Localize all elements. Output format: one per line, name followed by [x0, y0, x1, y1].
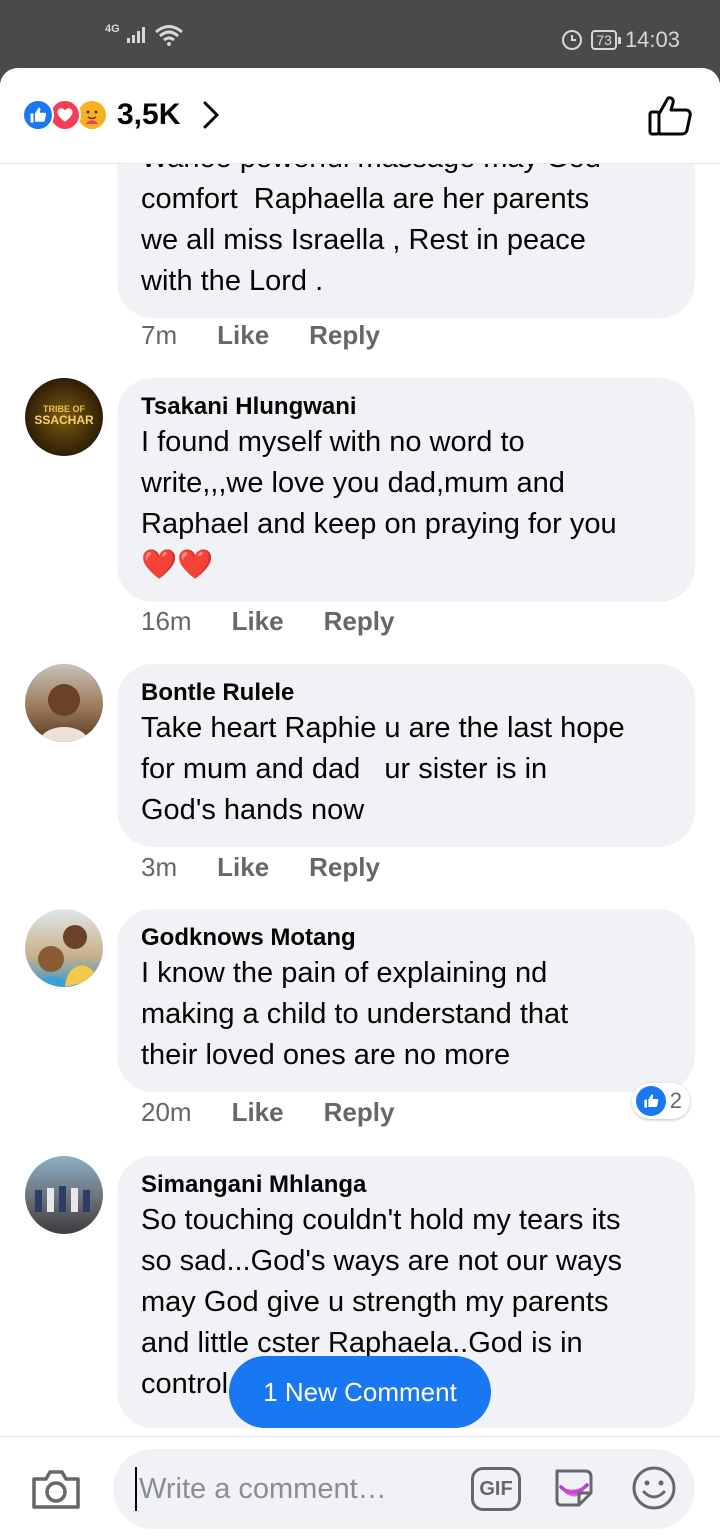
comment-time: 20m	[141, 1097, 192, 1127]
svg-text:SSACHAR: SSACHAR	[34, 413, 94, 427]
wifi-icon	[154, 25, 183, 46]
avatar-graphic: TRIBE OF SSACHAR	[34, 404, 94, 427]
like-comment-button[interactable]: Like	[232, 606, 284, 637]
new-comment-button[interactable]: 1 New Comment	[229, 1356, 491, 1428]
comment-time: 7m	[141, 320, 178, 350]
comment-reaction-badge[interactable]: 2	[631, 1083, 690, 1119]
like-post-button[interactable]	[648, 94, 692, 141]
network-type: 4G	[105, 23, 120, 35]
thumbs-up-icon	[648, 96, 692, 136]
comment-author[interactable]: Bontle Rulele	[141, 678, 671, 708]
reply-comment-button[interactable]: Reply	[324, 1097, 395, 1128]
camera-icon	[32, 1470, 80, 1509]
avatar[interactable]	[25, 909, 103, 987]
smiley-icon	[632, 1466, 676, 1510]
reactions-summary[interactable]: 3,5K	[22, 98, 220, 132]
signal-icon	[126, 27, 145, 43]
comment-time: 3m	[141, 852, 178, 882]
alarm-icon	[562, 30, 583, 50]
reply-comment-button[interactable]: Reply	[309, 320, 380, 351]
comment-text: I know the pain of explaining nd making …	[141, 957, 569, 1071]
clock: 14:03	[624, 27, 680, 52]
avatar-graphic	[35, 1186, 90, 1212]
like-reaction-icon	[22, 99, 54, 131]
comment-bubble: Godknows Motang I know the pain of expla…	[117, 909, 695, 1092]
like-comment-button[interactable]: Like	[217, 320, 269, 351]
comment-author[interactable]: Tsakani Hlungwani	[141, 392, 671, 422]
comment-input[interactable]	[135, 1467, 455, 1511]
avatar[interactable]	[25, 664, 103, 742]
status-left: 4G	[105, 23, 184, 46]
avatar[interactable]: TRIBE OF SSACHAR	[25, 378, 103, 456]
sticker-icon	[555, 1469, 593, 1507]
reaction-count: 2	[669, 1088, 682, 1113]
comment-bubble: Bontle Rulele Take heart Raphie u are th…	[117, 664, 695, 847]
comment-actions: 20m Like Reply	[141, 1097, 394, 1128]
camera-button[interactable]	[30, 1467, 82, 1516]
like-comment-button[interactable]: Like	[217, 852, 269, 883]
reply-comment-button[interactable]: Reply	[324, 606, 395, 637]
chevron-right-icon	[202, 100, 220, 130]
comment-actions: 3m Like Reply	[141, 852, 380, 883]
comment-input-container: GIF	[113, 1449, 695, 1529]
comment-author[interactable]: Godknows Motang	[141, 923, 671, 953]
sticker-button[interactable]	[551, 1463, 597, 1516]
comment-actions: 7m Like Reply	[141, 320, 380, 351]
avatar-graphic	[39, 684, 89, 742]
comment-text: Take heart Raphie u are the last hope fo…	[141, 712, 625, 826]
comment-composer: GIF	[0, 1436, 720, 1540]
reactions-header: 3,5K	[0, 68, 720, 164]
status-bar: 4G 73 14:03	[0, 0, 720, 70]
comments-sheet: 3,5K Wahoo powerful massage may God comf…	[0, 68, 720, 1540]
comment-author[interactable]: Simangani Mhlanga	[141, 1170, 671, 1200]
comment-time: 16m	[141, 606, 192, 636]
like-comment-button[interactable]: Like	[232, 1097, 284, 1128]
avatar[interactable]	[25, 1156, 103, 1234]
emoji-button[interactable]	[631, 1465, 677, 1516]
comment-bubble: Tsakani Hlungwani I found myself with no…	[117, 378, 695, 602]
avatar-graphic	[35, 925, 97, 987]
comment-text: I found myself with no word to write,,,w…	[141, 426, 617, 581]
status-right: 73 14:03	[561, 27, 680, 53]
comment-actions: 16m Like Reply	[141, 606, 394, 637]
battery-indicator: 73	[591, 30, 621, 50]
like-reaction-icon	[635, 1086, 666, 1116]
gif-button[interactable]: GIF	[471, 1467, 521, 1511]
reaction-count: 3,5K	[117, 98, 181, 131]
reply-comment-button[interactable]: Reply	[309, 852, 380, 883]
